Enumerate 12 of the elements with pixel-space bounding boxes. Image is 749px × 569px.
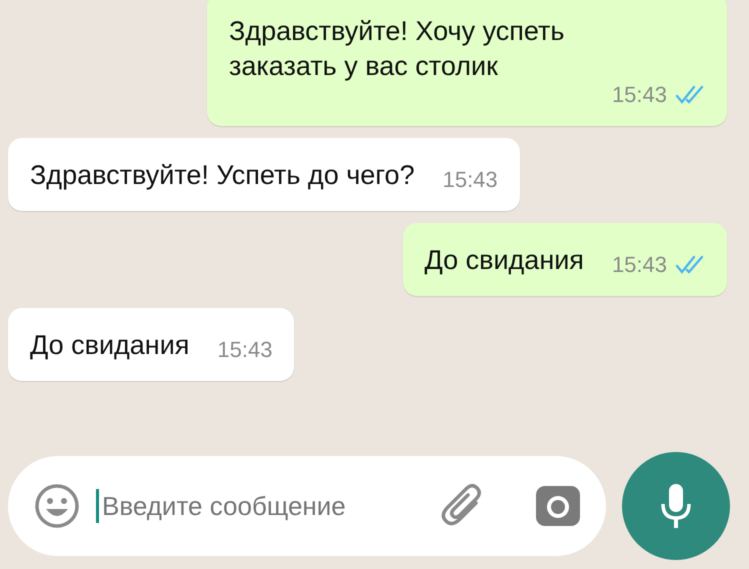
message-text: До свидания <box>424 244 584 278</box>
microphone-icon <box>661 484 691 528</box>
emoji-icon[interactable] <box>34 483 80 529</box>
message-field[interactable]: Введите сообщение <box>100 486 430 526</box>
message-time: 15:43 <box>612 254 667 276</box>
message-time: 15:43 <box>442 169 498 192</box>
message-text: До свидания <box>30 329 190 362</box>
message-text: Здравствуйте! Хочу успеть заказать у вас столик <box>229 15 566 84</box>
message-text: Здравствуйте! Успеть до чего? <box>30 159 415 192</box>
message-time: 15:43 <box>612 84 667 106</box>
message-time: 15:43 <box>217 339 272 362</box>
camera-icon[interactable] <box>536 486 580 526</box>
